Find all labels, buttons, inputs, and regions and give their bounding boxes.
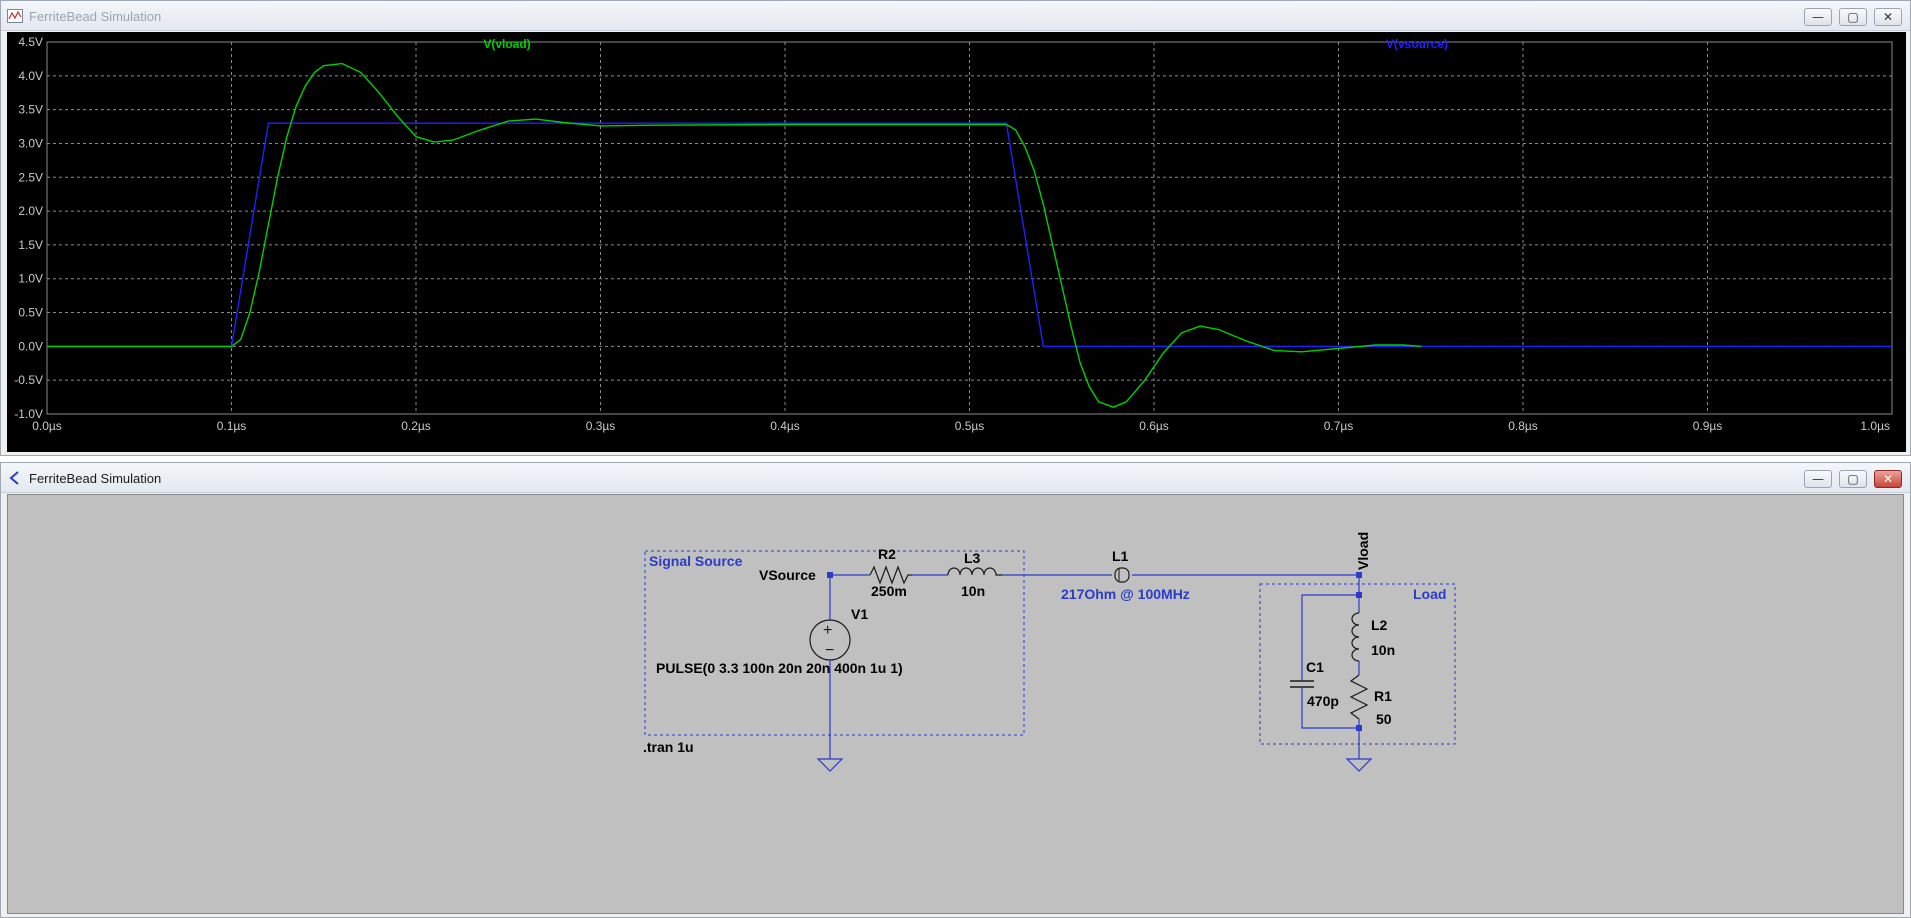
series-line-vvload[interactable]: [47, 62, 1422, 408]
y-tick-label: -0.5V: [14, 373, 43, 387]
v1-value: PULSE(0 3.3 100n 20n 20n 400n 1u 1): [656, 660, 903, 676]
c1-value: 470p: [1307, 693, 1339, 709]
x-tick-label: 0.0µs: [32, 419, 62, 433]
schematic-app-icon: [9, 471, 19, 485]
schematic-minimize-button[interactable]: —: [1804, 470, 1832, 488]
plot-maximize-button[interactable]: ▢: [1839, 8, 1867, 26]
l3-background: [948, 565, 1002, 583]
schematic-close-button[interactable]: ✕: [1874, 470, 1902, 488]
l1-value: 217Ohm @ 100MHz: [1061, 586, 1190, 602]
y-tick-label: 2.5V: [18, 170, 43, 184]
load-label: Load: [1413, 586, 1446, 602]
l3-name: L3: [964, 550, 981, 566]
r2-name: R2: [878, 546, 896, 562]
waveform-plot-pane[interactable]: 0.0µs 0.1µs 0.2µs 0.3µs 0.4µs 0.5µs 0.6µs 0.7µs…: [7, 32, 1906, 452]
r1-name: R1: [1374, 688, 1392, 704]
l2-name: L2: [1371, 617, 1388, 633]
x-tick-label: 0.8µs: [1508, 419, 1538, 433]
net-label-vload[interactable]: Vload: [1355, 532, 1371, 570]
plot-window: FerriteBead Simulation — ▢ ✕ 0.0µs 0.1µs 0…: [0, 0, 1911, 456]
v1-minus-sign: −: [825, 642, 834, 659]
legend-entry-vvload[interactable]: V(vload): [483, 37, 530, 51]
schematic-window: FerriteBead Simulation — ▢ ✕ Signal Sour…: [0, 462, 1911, 918]
net-label-vsource[interactable]: VSource: [759, 567, 816, 583]
schematic-drawing[interactable]: Signal Source Load VSource R2 250m L3 10…: [8, 495, 1903, 913]
plot-window-titlebar[interactable]: FerriteBead Simulation — ▢ ✕: [1, 1, 1910, 31]
x-tick-label: 0.1µs: [217, 419, 247, 433]
x-tick-label: 0.7µs: [1324, 419, 1354, 433]
v1-plus-sign: +: [823, 622, 832, 639]
schematic-canvas[interactable]: Signal Source Load VSource R2 250m L3 10…: [7, 494, 1904, 914]
y-tick-label: 1.5V: [18, 238, 43, 252]
y-tick-label: 4.0V: [18, 69, 43, 83]
schematic-maximize-button[interactable]: ▢: [1839, 470, 1867, 488]
load-block[interactable]: [1259, 583, 1456, 745]
signal-source-label: Signal Source: [649, 553, 743, 569]
legend-entry-vvsource[interactable]: V(vsource): [1386, 37, 1448, 51]
y-tick-label: 1.0V: [18, 272, 43, 286]
r1-value: 50: [1376, 711, 1392, 727]
plot-minimize-button[interactable]: —: [1804, 8, 1832, 26]
plot-window-title: FerriteBead Simulation: [29, 9, 162, 24]
x-tick-label: 0.2µs: [401, 419, 431, 433]
l3-value: 10n: [961, 583, 985, 599]
x-tick-label: 0.3µs: [586, 419, 616, 433]
y-tick-label: 3.0V: [18, 136, 43, 150]
y-tick-label: 4.5V: [18, 35, 43, 49]
plot-close-button[interactable]: ✕: [1874, 8, 1902, 26]
l2-value: 10n: [1371, 642, 1395, 658]
x-tick-label: 0.9µs: [1693, 419, 1723, 433]
l2-inductor[interactable]: [1351, 612, 1360, 662]
y-tick-label: 3.5V: [18, 103, 43, 117]
y-tick-label: 2.0V: [18, 204, 43, 218]
ground-symbol-1: [816, 758, 844, 772]
r2-value: 250m: [871, 583, 907, 599]
schematic-window-title: FerriteBead Simulation: [29, 471, 162, 486]
y-tick-label: 0.0V: [18, 339, 43, 353]
x-tick-label: 0.6µs: [1139, 419, 1169, 433]
l1-name: L1: [1112, 548, 1129, 564]
y-tick-label: -1.0V: [14, 407, 43, 421]
x-tick-label: 1.0µs: [1860, 419, 1890, 433]
tran-directive[interactable]: .tran 1u: [643, 739, 694, 755]
x-tick-label: 0.4µs: [770, 419, 800, 433]
v1-name: V1: [851, 606, 868, 622]
x-tick-label: 0.5µs: [955, 419, 985, 433]
schematic-window-titlebar[interactable]: FerriteBead Simulation — ▢ ✕: [1, 463, 1910, 493]
ground-symbol-2: [1345, 758, 1373, 772]
y-tick-label: 0.5V: [18, 306, 43, 320]
waveform-app-icon: [7, 9, 23, 23]
r1-resistor[interactable]: [1349, 674, 1369, 720]
waveform-chart[interactable]: 0.0µs 0.1µs 0.2µs 0.3µs 0.4µs 0.5µs 0.6µs 0.7µs…: [7, 32, 1906, 452]
c1-name: C1: [1306, 659, 1324, 675]
